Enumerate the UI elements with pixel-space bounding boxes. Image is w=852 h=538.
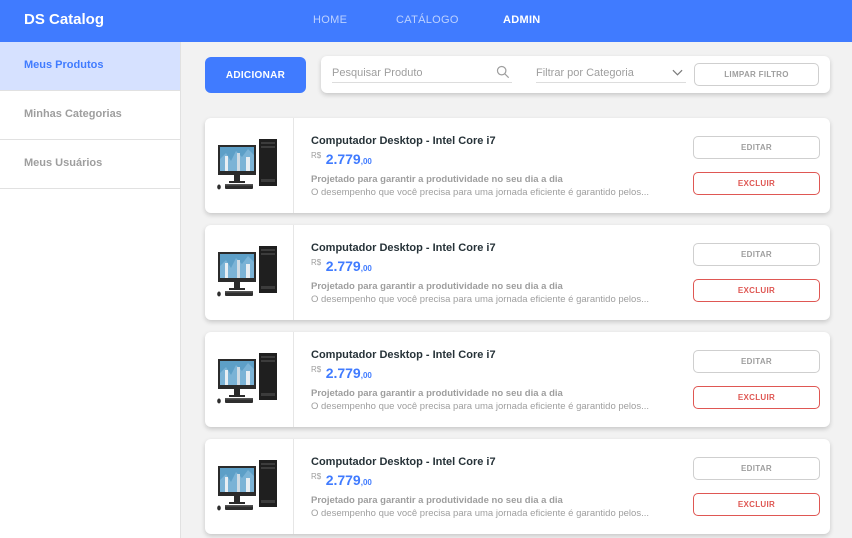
category-filter-select[interactable]: Filtrar por Categoria <box>536 62 686 83</box>
product-name: Computador Desktop - Intel Core i7 <box>311 242 496 254</box>
product-image <box>205 332 294 427</box>
chevron-down-icon <box>672 69 683 76</box>
edit-button[interactable]: EDITAR <box>693 243 820 266</box>
price-cents: ,00 <box>360 371 372 380</box>
clear-filter-button[interactable]: LIMPAR FILTRO <box>694 63 819 86</box>
brand-logo[interactable]: DS Catalog <box>24 11 104 28</box>
search-icon[interactable] <box>496 65 510 79</box>
product-description-title: Projetado para garantir a produtividade … <box>311 388 563 399</box>
price-cents: ,00 <box>360 264 372 273</box>
product-name: Computador Desktop - Intel Core i7 <box>311 456 496 468</box>
product-price: R$ 2.779,00 <box>311 151 372 169</box>
product-price: R$ 2.779,00 <box>311 472 372 490</box>
sidebar-item-users[interactable]: Meus Usuários <box>0 140 180 189</box>
product-image <box>205 225 294 320</box>
search-input[interactable]: Pesquisar Produto <box>332 62 512 83</box>
product-description: O desempenho que você precisa para uma j… <box>311 401 649 412</box>
price-currency: R$ <box>311 365 322 374</box>
product-description: O desempenho que você precisa para uma j… <box>311 187 649 198</box>
product-card: Computador Desktop - Intel Core i7 R$ 2.… <box>205 332 830 427</box>
price-cents: ,00 <box>360 157 372 166</box>
product-card: Computador Desktop - Intel Core i7 R$ 2.… <box>205 439 830 534</box>
edit-button[interactable]: EDITAR <box>693 350 820 373</box>
product-description-title: Projetado para garantir a produtividade … <box>311 174 563 185</box>
price-currency: R$ <box>311 258 322 267</box>
delete-button[interactable]: EXCLUIR <box>693 493 820 516</box>
price-integer: 2.779 <box>325 258 361 274</box>
desktop-computer-icon <box>217 353 277 404</box>
price-cents: ,00 <box>360 478 372 487</box>
sidebar-item-categories[interactable]: Minhas Categorias <box>0 91 180 140</box>
sidebar: Meus Produtos Minhas Categorias Meus Usu… <box>0 42 181 538</box>
nav-link-admin[interactable]: ADMIN <box>503 14 541 26</box>
product-description: O desempenho que você precisa para uma j… <box>311 508 649 519</box>
product-description: O desempenho que você precisa para uma j… <box>311 294 649 305</box>
desktop-computer-icon <box>217 139 277 190</box>
desktop-computer-icon <box>217 460 277 511</box>
price-integer: 2.779 <box>325 365 361 381</box>
product-image <box>205 118 294 213</box>
product-name: Computador Desktop - Intel Core i7 <box>311 349 496 361</box>
price-integer: 2.779 <box>325 472 361 488</box>
product-price: R$ 2.779,00 <box>311 258 372 276</box>
search-placeholder: Pesquisar Produto <box>332 67 423 79</box>
category-placeholder: Filtrar por Categoria <box>536 67 634 79</box>
desktop-computer-icon <box>217 246 277 297</box>
product-card: Computador Desktop - Intel Core i7 R$ 2.… <box>205 225 830 320</box>
filter-bar: Pesquisar Produto Filtrar por Categoria … <box>321 56 830 93</box>
product-image <box>205 439 294 534</box>
price-integer: 2.779 <box>325 151 361 167</box>
product-card: Computador Desktop - Intel Core i7 R$ 2.… <box>205 118 830 213</box>
product-description-title: Projetado para garantir a produtividade … <box>311 281 563 292</box>
nav-link-catalog[interactable]: CATÁLOGO <box>396 14 459 26</box>
product-name: Computador Desktop - Intel Core i7 <box>311 135 496 147</box>
edit-button[interactable]: EDITAR <box>693 457 820 480</box>
edit-button[interactable]: EDITAR <box>693 136 820 159</box>
price-currency: R$ <box>311 151 322 160</box>
product-price: R$ 2.779,00 <box>311 365 372 383</box>
sidebar-item-products[interactable]: Meus Produtos <box>0 42 180 91</box>
delete-button[interactable]: EXCLUIR <box>693 386 820 409</box>
delete-button[interactable]: EXCLUIR <box>693 279 820 302</box>
price-currency: R$ <box>311 472 322 481</box>
add-product-button[interactable]: ADICIONAR <box>205 57 306 93</box>
product-description-title: Projetado para garantir a produtividade … <box>311 495 563 506</box>
nav-link-home[interactable]: HOME <box>313 14 347 26</box>
navbar: DS Catalog HOME CATÁLOGO ADMIN <box>0 0 852 42</box>
delete-button[interactable]: EXCLUIR <box>693 172 820 195</box>
